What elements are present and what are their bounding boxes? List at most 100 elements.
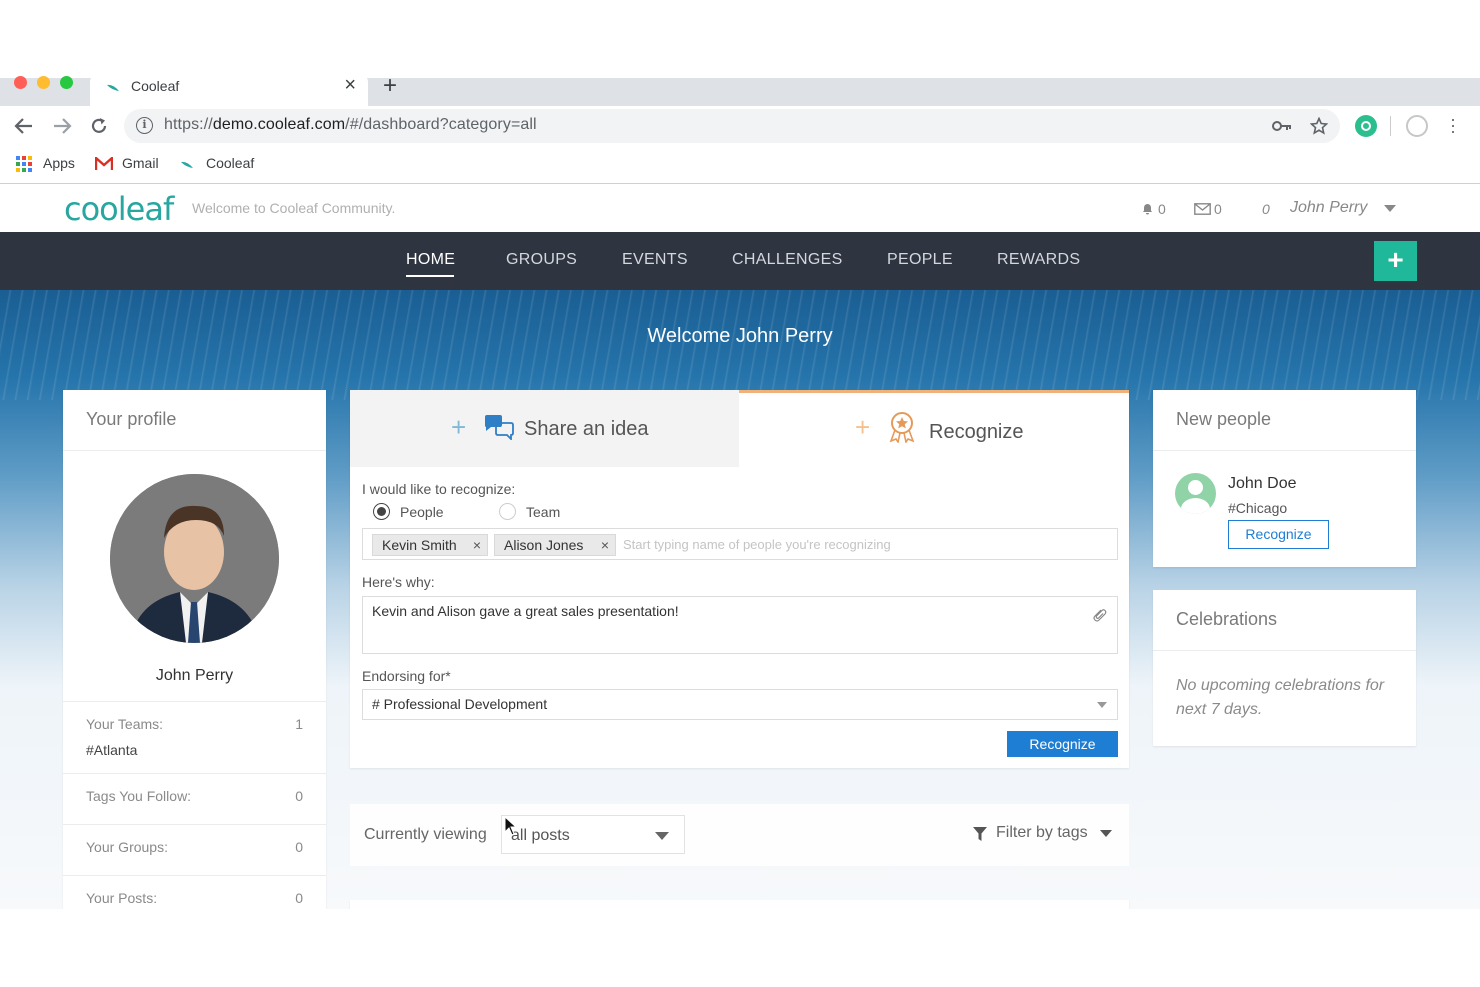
recognize-tab-label: Recognize	[929, 421, 1024, 443]
share-idea-label: Share an idea	[524, 418, 649, 440]
screen: Cooleaf × + i https://demo.cooleaf.com/#…	[0, 0, 1480, 987]
browser-tab[interactable]: Cooleaf ×	[90, 74, 368, 106]
radio-team-label[interactable]: Team	[526, 504, 560, 520]
key-icon[interactable]	[1272, 120, 1292, 132]
recognize-prompt: I would like to recognize:	[362, 481, 516, 497]
tab-share-idea[interactable]: + Share an idea	[350, 390, 739, 467]
divider	[63, 875, 326, 876]
notifications-count[interactable]: 0	[1158, 201, 1166, 217]
cooleaf-logo[interactable]: cooleaf	[64, 190, 174, 228]
groups-count: 0	[295, 839, 303, 855]
why-text: Kevin and Alison gave a great sales pres…	[372, 603, 679, 619]
radio-people[interactable]	[373, 503, 390, 520]
bell-icon[interactable]	[1141, 202, 1154, 215]
toolbar-separator	[1390, 116, 1391, 136]
profile-card: Your profile John Perry Your Teams: 1 #A…	[63, 390, 326, 909]
gmail-icon	[95, 157, 113, 170]
nav-groups[interactable]: GROUPS	[506, 251, 577, 269]
tab-close-icon[interactable]: ×	[344, 75, 356, 95]
cooleaf-leaf-icon	[107, 84, 119, 91]
composer-card: + Share an idea + Recognize I would like…	[350, 390, 1129, 768]
tagline: Welcome to Cooleaf Community.	[192, 200, 396, 216]
bookmarks-bar: Apps Gmail Cooleaf	[0, 146, 1480, 184]
team-link[interactable]: #Atlanta	[86, 742, 137, 758]
bookmark-star-icon[interactable]	[1310, 117, 1328, 135]
user-menu-chevron-down-icon[interactable]	[1384, 205, 1396, 212]
bookmark-gmail[interactable]: Gmail	[122, 155, 159, 171]
nav-home[interactable]: HOME	[406, 251, 455, 269]
divider	[63, 773, 326, 774]
site-info-icon[interactable]: i	[136, 117, 153, 134]
window-close-button[interactable]	[14, 76, 27, 89]
posts-count: 0	[295, 890, 303, 906]
forward-arrow-icon[interactable]	[52, 117, 72, 135]
posts-label: Your Posts:	[86, 890, 158, 906]
profile-name: John Perry	[155, 667, 234, 684]
bookmark-cooleaf[interactable]: Cooleaf	[206, 155, 254, 171]
add-button[interactable]: +	[1374, 241, 1417, 281]
recipients-input[interactable]: Kevin Smith × Alison Jones × Start typin…	[362, 528, 1118, 560]
browser-menu-icon[interactable]: · · ·	[1450, 110, 1456, 140]
why-textarea[interactable]: Kevin and Alison gave a great sales pres…	[362, 596, 1118, 654]
main-nav: HOME GROUPS EVENTS CHALLENGES PEOPLE REW…	[0, 232, 1480, 290]
filter-funnel-icon[interactable]	[973, 827, 987, 841]
celebrations-card: Celebrations No upcoming celebrations fo…	[1153, 590, 1416, 746]
person-team: #Chicago	[1228, 500, 1288, 516]
back-arrow-icon[interactable]	[14, 117, 34, 135]
divider	[63, 450, 326, 451]
profile-avatar-icon[interactable]	[1406, 115, 1428, 137]
radio-team[interactable]	[499, 503, 516, 520]
new-tab-button[interactable]: +	[383, 74, 397, 98]
recipient-chip-label: Kevin Smith	[382, 537, 457, 553]
recognize-submit-button[interactable]: Recognize	[1007, 731, 1118, 757]
profile-avatar[interactable]	[110, 474, 279, 643]
messages-count[interactable]: 0	[1214, 201, 1222, 217]
window-zoom-button[interactable]	[60, 76, 73, 89]
chevron-down-icon	[655, 832, 669, 840]
chevron-down-icon[interactable]	[1100, 830, 1112, 837]
url-text: https://demo.cooleaf.com/#/dashboard?cat…	[164, 116, 537, 133]
remove-chip-icon[interactable]: ×	[473, 537, 481, 553]
address-bar[interactable]: i https://demo.cooleaf.com/#/dashboard?c…	[124, 109, 1340, 143]
user-name[interactable]: John Perry	[1290, 199, 1367, 217]
celebrations-title: Celebrations	[1176, 609, 1278, 629]
teams-count: 1	[295, 716, 303, 732]
radio-people-label[interactable]: People	[400, 504, 444, 520]
groups-label: Your Groups:	[86, 839, 168, 855]
new-people-title: New people	[1176, 409, 1272, 429]
nav-events[interactable]: EVENTS	[622, 251, 688, 269]
divider	[63, 701, 326, 702]
bookmark-apps[interactable]: Apps	[43, 155, 75, 171]
window-minimize-button[interactable]	[37, 76, 50, 89]
person-name[interactable]: John Doe	[1228, 475, 1297, 493]
nav-people[interactable]: PEOPLE	[887, 251, 953, 269]
points-count: 0	[1262, 201, 1270, 217]
viewing-select[interactable]: all posts	[501, 815, 685, 854]
reload-icon[interactable]	[89, 116, 109, 136]
chevron-down-icon	[1097, 702, 1107, 708]
remove-chip-icon[interactable]: ×	[601, 537, 609, 553]
recipient-chip: Alison Jones ×	[494, 534, 616, 556]
tags-label: Tags You Follow:	[86, 788, 192, 804]
envelope-icon[interactable]	[1194, 203, 1211, 215]
apps-grid-icon[interactable]	[16, 156, 32, 172]
celebrations-empty-text: No upcoming celebrations for next 7 days…	[1176, 677, 1385, 718]
dashboard-area: Welcome John Perry Your profile John Per…	[0, 290, 1480, 909]
person-avatar-icon[interactable]	[1175, 473, 1216, 514]
endorse-select[interactable]: # Professional Development	[362, 689, 1118, 720]
tab-recognize[interactable]: + Recognize	[739, 390, 1129, 467]
paperclip-icon[interactable]	[1091, 607, 1107, 623]
feed-card	[350, 900, 1129, 909]
welcome-heading: Welcome John Perry	[647, 325, 833, 347]
nav-challenges[interactable]: CHALLENGES	[732, 251, 843, 269]
viewing-label: Currently viewing	[364, 826, 487, 843]
recipient-chip-label: Alison Jones	[504, 537, 584, 553]
feed-filter-bar: Currently viewing all posts Filter by ta…	[350, 804, 1129, 866]
extension-icon[interactable]	[1355, 115, 1377, 137]
divider	[63, 824, 326, 825]
divider	[1153, 450, 1416, 451]
endorse-value: # Professional Development	[372, 696, 548, 712]
recognize-person-button[interactable]: Recognize	[1228, 520, 1329, 549]
nav-rewards[interactable]: REWARDS	[997, 251, 1080, 269]
filter-tags-label[interactable]: Filter by tags	[996, 824, 1088, 842]
